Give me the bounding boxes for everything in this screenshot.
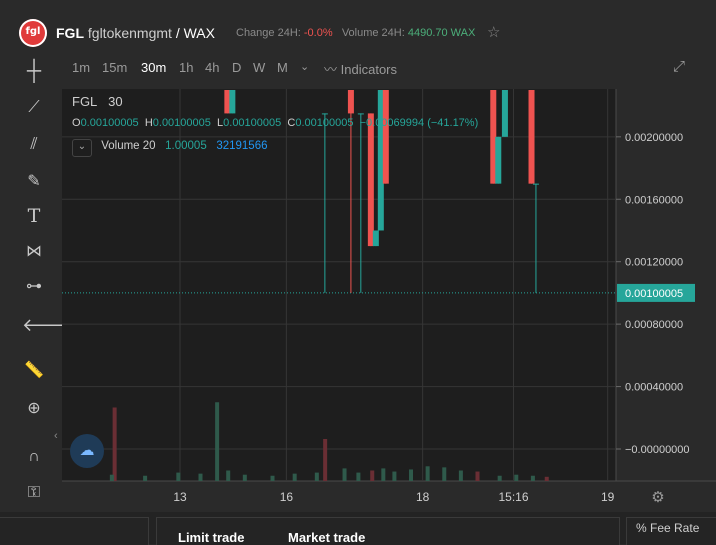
volume-bar [514,474,519,481]
candle-body [347,90,354,114]
price-tick-label: 0.00080000 [625,319,683,331]
volume-bar [109,474,114,481]
candle-body [321,113,328,115]
open-value: 0.00100005 [80,117,139,129]
left-panel-frame [0,517,149,545]
volume-bar [242,474,247,481]
volume-bar [392,471,397,481]
collapse-toolbar-icon[interactable]: ‹ [54,430,58,442]
volume-bar [198,473,203,481]
candle-body [528,90,535,184]
price-tick-label: 0.00040000 [625,382,683,394]
price-tick-label: 0.00120000 [625,257,683,269]
time-tick-label: 15:16 [498,490,528,504]
price-tick-label: −0.00000000 [625,444,690,456]
volume-bar [475,471,480,481]
volume-bar [176,472,181,481]
volume-value: 32191566 [216,140,268,152]
volume-bar [270,475,275,481]
candle-body [382,90,389,184]
volume-bar [497,475,502,481]
candle-body [501,90,508,137]
high-label: H [144,117,153,129]
high-value: 0.00100005 [152,117,211,129]
volume-bar [530,475,535,481]
candle-body [357,113,364,115]
candle-body [532,183,539,185]
volume-bar [425,466,430,481]
candle-body [495,136,502,184]
volume-bar [112,407,117,481]
volume-bar [323,439,328,481]
time-tick-label: 19 [601,490,615,504]
volume-bar [370,470,375,481]
candle-body [367,113,374,247]
low-value: 0.00100005 [223,117,282,129]
volume-bar [143,475,148,481]
ohlc-readout: O0.00100005 H0.00100005 L0.00100005 C0.0… [72,117,478,129]
open-label: O [72,117,81,129]
volume-bar [442,467,447,481]
volume-bar [292,473,297,481]
time-tick-label: 16 [280,490,294,504]
close-value: 0.00100005 [295,117,354,129]
candle-body [372,230,379,247]
volume-bar [544,476,549,481]
fee-rate-label: % Fee Rate [636,521,700,535]
last-price-label: 0.00100005 [625,288,683,300]
legend-interval: 30 [108,94,123,109]
tab-limit-trade[interactable]: Limit trade [178,530,244,545]
price-tick-label: 0.00200000 [625,132,683,144]
volume-bar [215,402,220,481]
chart-legend: FGL 30 [72,94,123,109]
volume-bar [226,470,231,481]
tab-market-trade[interactable]: Market trade [288,530,365,545]
cloud-icon[interactable]: ☁ [70,434,104,468]
price-tick-label: 0.00160000 [625,194,683,206]
volume-bar [458,470,463,481]
volume-bar [342,468,347,481]
time-tick-label: 13 [173,490,187,504]
price-chart[interactable]: 0.00200000 0.00160000 0.00120000 0.00080000… [0,0,716,512]
time-tick-label: 18 [416,490,430,504]
volume-legend: ⌄ Volume 20 1.00005 32191566 [72,139,268,157]
volume-indicator-label: Volume 20 [101,140,156,152]
volume-bar [381,468,386,481]
change-readout: −0.00069994 (−41.17%) [359,117,479,129]
volume-bar [356,472,361,481]
volume-bar [409,469,414,481]
chevron-down-icon[interactable]: ⌄ [72,139,92,157]
volume-ma-value: 1.00005 [165,140,207,152]
settings-gear-icon[interactable]: ⚙ [651,488,664,506]
legend-symbol: FGL [72,94,98,109]
volume-bar [314,472,319,481]
candle-body [229,90,236,114]
